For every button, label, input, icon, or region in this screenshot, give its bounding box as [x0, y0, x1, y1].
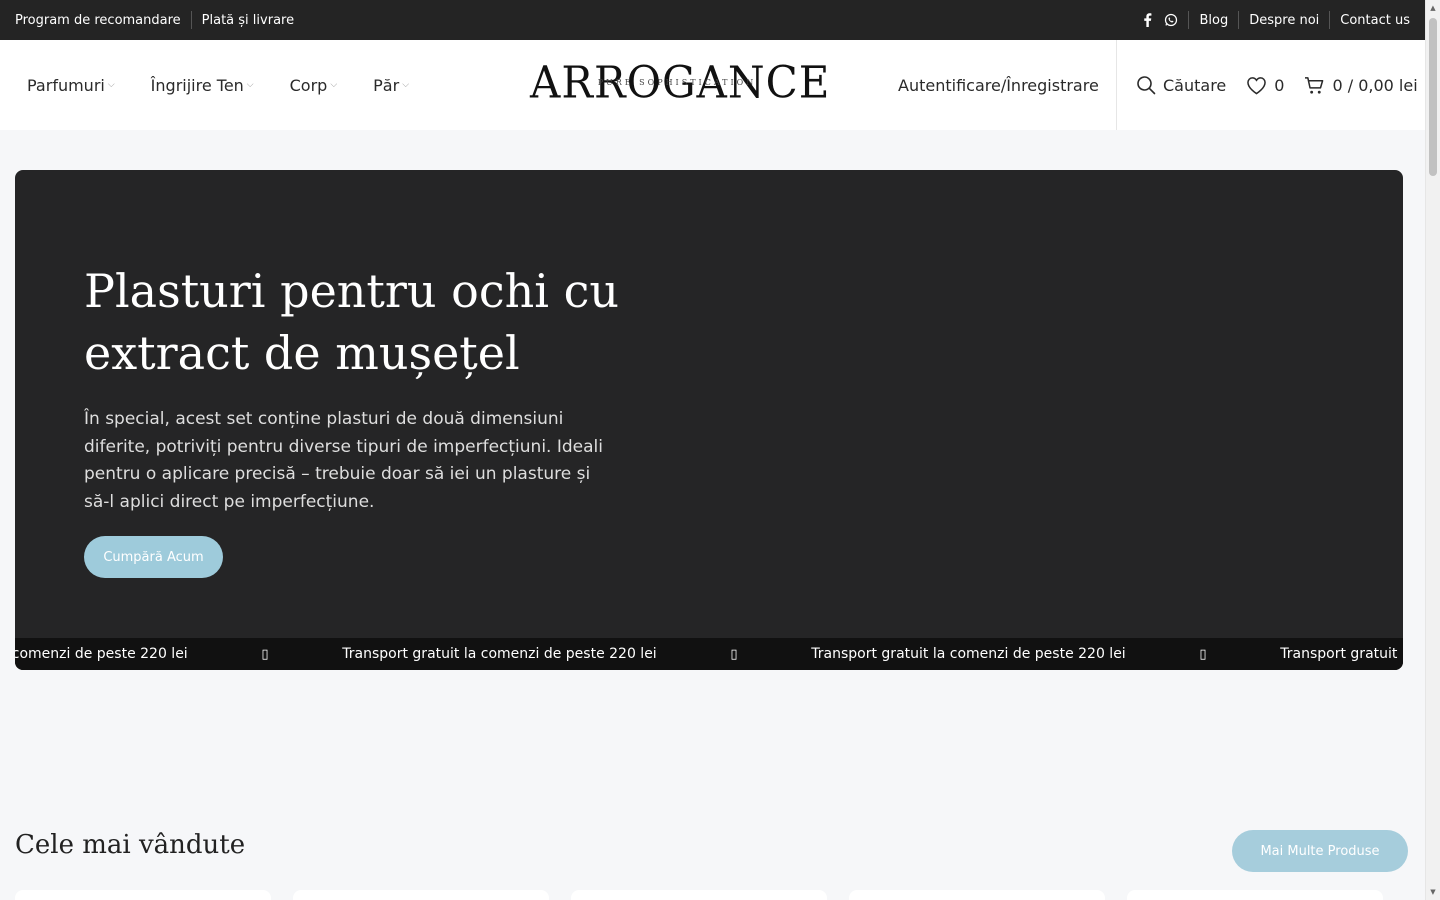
logo-tagline: PURE SOPHISTICATION	[597, 78, 757, 87]
product-card[interactable]	[849, 890, 1105, 900]
referral-program-link[interactable]: Program de recomandare	[15, 13, 181, 28]
product-cards	[15, 890, 1383, 900]
contact-link[interactable]: Contact us	[1340, 13, 1410, 28]
about-link[interactable]: Despre noi	[1249, 13, 1319, 28]
nav-item-ingrijire-ten[interactable]: Îngrijire Ten ⌵	[151, 76, 254, 95]
top-bar-left: Program de recomandare Plată și livrare	[15, 11, 294, 29]
product-card[interactable]	[1127, 890, 1383, 900]
heart-icon	[1247, 76, 1267, 94]
top-bar-right: Blog Despre noi Contact us	[1140, 11, 1410, 29]
scroll-down-icon[interactable]: ▼	[1429, 888, 1437, 896]
page-scrollbar[interactable]: ▲ ▼	[1425, 0, 1440, 900]
scroll-up-icon[interactable]: ▲	[1429, 4, 1437, 12]
search-button[interactable]: Căutare	[1136, 75, 1226, 95]
login-register-link[interactable]: Autentificare/Înregistrare	[898, 40, 1099, 130]
hero-title: Plasturi pentru ochi cu extract de mușeț…	[84, 264, 619, 380]
top-bar: Program de recomandare Plată și livrare …	[0, 0, 1425, 40]
more-products-button[interactable]: Mai Multe Produse	[1232, 830, 1408, 872]
hero-description: În special, acest set conține plasturi d…	[84, 409, 603, 512]
nav-item-label: Parfumuri	[27, 75, 105, 95]
chevron-down-icon: ⌵	[107, 80, 115, 90]
marquee-item: Transport gratuit la comenzi de peste 22…	[1250, 646, 1403, 662]
wishlist-count: 0	[1274, 75, 1285, 95]
header-tools: Căutare 0 0 / 0,00 lei	[1136, 40, 1418, 130]
marquee-text: Transport gratuit la comenzi de peste 22…	[811, 646, 1126, 662]
wishlist-button[interactable]: 0	[1246, 76, 1284, 95]
product-card[interactable]	[15, 890, 271, 900]
marquee-track: Transport gratuit la comenzi de peste 22…	[15, 638, 1403, 670]
bestsellers-title: Cele mai vândute	[15, 830, 246, 860]
marquee-item: Transport gratuit la comenzi de peste 22…	[15, 646, 312, 662]
search-icon	[1137, 76, 1156, 95]
facebook-icon[interactable]	[1140, 13, 1154, 27]
divider	[1188, 11, 1190, 29]
marquee-text: Transport gratuit la comenzi de peste 22…	[1280, 646, 1403, 662]
nav-item-parfumuri[interactable]: Parfumuri ⌵	[27, 76, 115, 95]
marquee-text: Transport gratuit la comenzi de peste 22…	[342, 646, 657, 662]
whatsapp-icon[interactable]	[1164, 13, 1178, 27]
scrollbar-thumb[interactable]	[1429, 18, 1437, 176]
blog-link[interactable]: Blog	[1199, 13, 1228, 28]
shipping-marquee: Transport gratuit la comenzi de peste 22…	[15, 638, 1403, 670]
marquee-separator-icon: ▯	[730, 646, 738, 662]
hero-banner: Plasturi pentru ochi cu extract de mușeț…	[15, 170, 1403, 670]
divider	[1329, 11, 1331, 29]
divider	[1116, 40, 1117, 130]
social-links	[1140, 13, 1178, 27]
payment-delivery-link[interactable]: Plată și livrare	[202, 13, 294, 28]
product-card[interactable]	[571, 890, 827, 900]
nav-item-label: Păr	[373, 75, 400, 95]
divider	[1238, 11, 1240, 29]
main-nav: Parfumuri ⌵ Îngrijire Ten ⌵ Corp ⌵ Păr ⌵	[0, 76, 520, 95]
marquee-item: Transport gratuit la comenzi de peste 22…	[781, 646, 1250, 662]
cart-icon	[1305, 76, 1324, 94]
chevron-down-icon: ⌵	[246, 80, 254, 90]
chevron-down-icon: ⌵	[402, 80, 410, 90]
buy-now-button[interactable]: Cumpără Acum	[84, 536, 223, 578]
main-header: Parfumuri ⌵ Îngrijire Ten ⌵ Corp ⌵ Păr ⌵…	[0, 40, 1425, 130]
nav-item-corp[interactable]: Corp ⌵	[290, 76, 338, 95]
cart-button[interactable]: 0 / 0,00 lei	[1304, 75, 1418, 95]
marquee-separator-icon: ▯	[1199, 646, 1207, 662]
nav-item-label: Corp	[289, 75, 328, 95]
product-card[interactable]	[293, 890, 549, 900]
search-label: Căutare	[1163, 75, 1227, 95]
nav-item-par[interactable]: Păr ⌵	[373, 76, 409, 95]
marquee-separator-icon: ▯	[261, 646, 269, 662]
marquee-text: Transport gratuit la comenzi de peste 22…	[15, 646, 188, 662]
nav-item-label: Îngrijire Ten	[150, 75, 244, 95]
site-logo[interactable]: ARROGANCE PURE SOPHISTICATION	[530, 58, 829, 106]
cart-summary: 0 / 0,00 lei	[1332, 75, 1418, 95]
divider	[190, 11, 192, 29]
marquee-item: Transport gratuit la comenzi de peste 22…	[312, 646, 781, 662]
chevron-down-icon: ⌵	[330, 80, 338, 90]
